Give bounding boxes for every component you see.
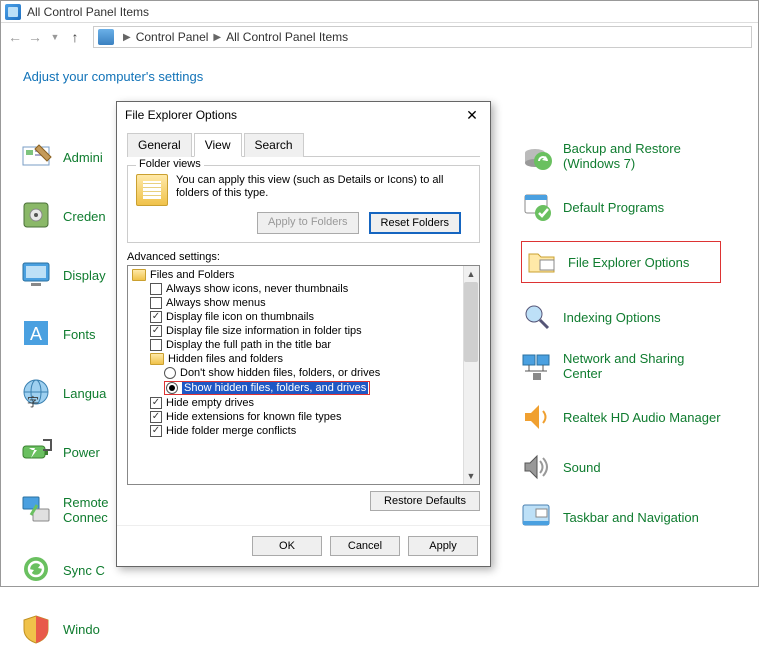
taskbar-icon <box>521 501 553 533</box>
chevron-right-icon: ▶ <box>213 32 221 43</box>
dialog-tabs: General View Search <box>127 132 480 157</box>
checkbox-always-icons[interactable]: Always show icons, never thumbnails <box>132 282 463 296</box>
scroll-thumb[interactable] <box>464 282 478 362</box>
svg-text:A: A <box>30 324 42 344</box>
cp-item-language[interactable]: 字Langua <box>21 377 121 409</box>
cp-item-fonts[interactable]: AFonts <box>21 318 121 350</box>
folder-views-group: Folder views You can apply this view (su… <box>127 165 480 243</box>
checkbox-always-menus[interactable]: Always show menus <box>132 296 463 310</box>
folder-views-text: You can apply this view (such as Details… <box>176 174 471 206</box>
page-title: Adjust your computer's settings <box>1 51 758 96</box>
dialog-title: File Explorer Options <box>125 108 237 122</box>
cp-item-credential[interactable]: Creden <box>21 200 121 232</box>
tab-search[interactable]: Search <box>244 133 304 157</box>
folder-icon <box>150 353 164 365</box>
admin-tools-icon <box>21 141 53 173</box>
default-programs-icon <box>521 191 553 223</box>
globe-icon: 字 <box>21 377 53 409</box>
restore-defaults-button[interactable]: Restore Defaults <box>370 491 480 511</box>
forward-button[interactable]: → <box>27 29 43 45</box>
checkbox-hide-merge-conflicts[interactable]: ✓Hide folder merge conflicts <box>132 424 463 438</box>
battery-icon <box>21 436 53 468</box>
checkbox-file-icon-thumbnails[interactable]: ✓Display file icon on thumbnails <box>132 310 463 324</box>
advanced-settings-label: Advanced settings: <box>127 251 480 263</box>
apply-button[interactable]: Apply <box>408 536 478 556</box>
close-button[interactable]: ✕ <box>462 107 482 124</box>
breadcrumb-level2[interactable]: All Control Panel Items <box>226 30 348 44</box>
scroll-up-button[interactable]: ▲ <box>463 266 479 282</box>
folder-options-icon <box>526 246 558 278</box>
window-titlebar: All Control Panel Items <box>1 1 758 23</box>
cp-right-column: Backup and Restore (Windows 7) Default P… <box>501 111 721 586</box>
cp-item-backup-restore[interactable]: Backup and Restore (Windows 7) <box>521 141 721 173</box>
checkbox-hide-extensions[interactable]: ✓Hide extensions for known file types <box>132 410 463 424</box>
radio-dont-show-hidden[interactable]: Don't show hidden files, folders, or dri… <box>132 366 463 380</box>
cp-item-default-programs[interactable]: Default Programs <box>521 191 721 223</box>
advanced-settings-tree: Files and Folders Always show icons, nev… <box>127 265 480 485</box>
cp-item-file-explorer-options[interactable]: File Explorer Options <box>521 241 721 283</box>
sync-icon <box>21 554 53 586</box>
cp-item-power[interactable]: Power <box>21 436 121 468</box>
backup-icon <box>521 141 553 173</box>
shield-icon <box>21 613 53 645</box>
svg-text:字: 字 <box>27 394 39 409</box>
breadcrumb-icon <box>98 29 114 45</box>
recent-dropdown[interactable]: ▼ <box>47 29 63 45</box>
cancel-button[interactable]: Cancel <box>330 536 400 556</box>
speaker-icon <box>521 451 553 483</box>
network-icon <box>521 351 553 383</box>
checkbox-hide-empty-drives[interactable]: ✓Hide empty drives <box>132 396 463 410</box>
cp-item-sync[interactable]: Sync C <box>21 554 121 586</box>
remote-icon <box>21 495 53 527</box>
scroll-down-button[interactable]: ▼ <box>463 468 479 484</box>
cp-item-network-sharing[interactable]: Network and Sharing Center <box>521 351 721 383</box>
breadcrumb[interactable]: ▶ Control Panel ▶ All Control Panel Item… <box>93 26 752 48</box>
cp-item-admin[interactable]: Admini <box>21 141 121 173</box>
control-panel-icon <box>5 4 21 20</box>
cp-item-realtek-audio[interactable]: Realtek HD Audio Manager <box>521 401 721 433</box>
tree-root: Files and Folders <box>132 268 463 282</box>
breadcrumb-level1[interactable]: Control Panel <box>136 30 209 44</box>
group-label: Folder views <box>136 158 204 170</box>
search-icon <box>521 301 553 333</box>
cp-item-windows[interactable]: Windo <box>21 613 121 645</box>
folder-view-icon <box>136 174 168 206</box>
ok-button[interactable]: OK <box>252 536 322 556</box>
back-button[interactable]: ← <box>7 29 23 45</box>
font-icon: A <box>21 318 53 350</box>
cp-item-remote[interactable]: Remote Connec <box>21 495 121 527</box>
file-explorer-options-dialog: File Explorer Options ✕ General View Sea… <box>116 101 491 567</box>
dialog-titlebar[interactable]: File Explorer Options ✕ <box>117 102 490 128</box>
monitor-icon <box>21 259 53 291</box>
realtek-icon <box>521 401 553 433</box>
up-button[interactable]: ↑ <box>67 29 83 45</box>
scrollbar[interactable]: ▲ ▼ <box>463 266 479 484</box>
window-title: All Control Panel Items <box>27 5 149 19</box>
navigation-bar: ← → ▼ ↑ ▶ Control Panel ▶ All Control Pa… <box>1 23 758 51</box>
apply-to-folders-button[interactable]: Apply to Folders <box>257 212 358 234</box>
checkbox-full-path-title[interactable]: Display the full path in the title bar <box>132 338 463 352</box>
tab-view[interactable]: View <box>194 133 242 157</box>
cp-item-indexing-options[interactable]: Indexing Options <box>521 301 721 333</box>
tab-general[interactable]: General <box>127 133 192 157</box>
reset-folders-button[interactable]: Reset Folders <box>369 212 461 234</box>
radio-show-hidden[interactable]: Show hidden files, folders, and drives <box>132 380 463 396</box>
cp-item-sound[interactable]: Sound <box>521 451 721 483</box>
cp-item-taskbar-navigation[interactable]: Taskbar and Navigation <box>521 501 721 533</box>
cp-item-display[interactable]: Display <box>21 259 121 291</box>
checkbox-file-size-tips[interactable]: ✓Display file size information in folder… <box>132 324 463 338</box>
safe-icon <box>21 200 53 232</box>
chevron-right-icon: ▶ <box>123 32 131 43</box>
cp-left-column: Admini Creden Display AFonts 字Langua Pow… <box>1 111 121 586</box>
folder-icon <box>132 269 146 281</box>
tree-hidden-group: Hidden files and folders <box>132 352 463 366</box>
